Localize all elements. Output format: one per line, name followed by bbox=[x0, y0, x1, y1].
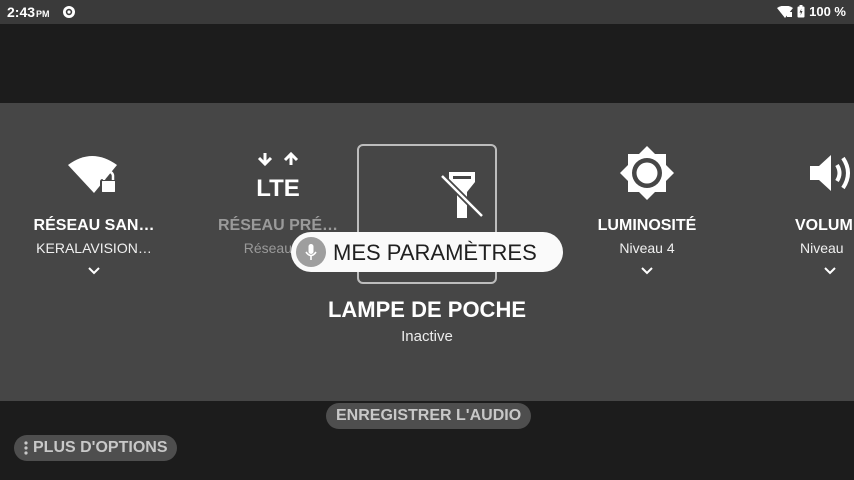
brightness-icon bbox=[620, 146, 674, 200]
record-audio-chip[interactable]: ENREGISTRER L'AUDIO bbox=[326, 403, 532, 429]
volume-icon bbox=[810, 155, 850, 191]
chevron-down-icon[interactable] bbox=[640, 266, 654, 276]
voice-command-label: MES PARAMÈTRES bbox=[333, 240, 537, 265]
tile-wifi-title: RÉSEAU SAN… bbox=[33, 217, 155, 234]
tile-wifi-subtitle: KERALAVISION… bbox=[36, 240, 152, 256]
svg-text:LTE: LTE bbox=[256, 175, 300, 201]
battery-icon bbox=[797, 5, 805, 18]
battery-percentage: 100 % bbox=[809, 4, 846, 19]
status-bar: 2:43PM 100 % bbox=[0, 0, 854, 24]
more-vert-icon bbox=[24, 441, 28, 455]
flashlight-title: LAMPE DE POCHE bbox=[327, 297, 527, 322]
chevron-down-icon[interactable] bbox=[823, 266, 837, 276]
mic-icon bbox=[305, 244, 317, 260]
tile-volume[interactable]: VOLUM Niveau bbox=[794, 103, 854, 303]
lte-icon: LTE bbox=[256, 151, 300, 201]
tile-brightness-title: LUMINOSITÉ bbox=[597, 217, 697, 234]
wifi-icon bbox=[777, 5, 794, 18]
settings-app-icon bbox=[63, 6, 75, 18]
flashlight-status: Inactive bbox=[401, 328, 453, 345]
wifi-locked-icon bbox=[68, 156, 117, 194]
flashlight-off-icon bbox=[439, 172, 485, 219]
tile-brightness-subtitle: Niveau 4 bbox=[619, 240, 675, 256]
tile-volume-title: VOLUM bbox=[795, 217, 853, 234]
status-time: 2:43PM bbox=[7, 4, 50, 20]
status-time-value: 2:43 bbox=[7, 4, 36, 20]
mic-button[interactable] bbox=[296, 237, 326, 267]
status-time-ampm: PM bbox=[36, 9, 50, 19]
chevron-down-icon[interactable] bbox=[87, 266, 101, 276]
more-options-label: PLUS D'OPTIONS bbox=[33, 439, 168, 456]
status-right: 100 % bbox=[777, 4, 846, 19]
tile-volume-subtitle: Niveau bbox=[800, 240, 844, 256]
voice-command-pill[interactable]: MES PARAMÈTRES bbox=[291, 232, 563, 272]
more-options-chip[interactable]: PLUS D'OPTIONS bbox=[14, 435, 178, 461]
